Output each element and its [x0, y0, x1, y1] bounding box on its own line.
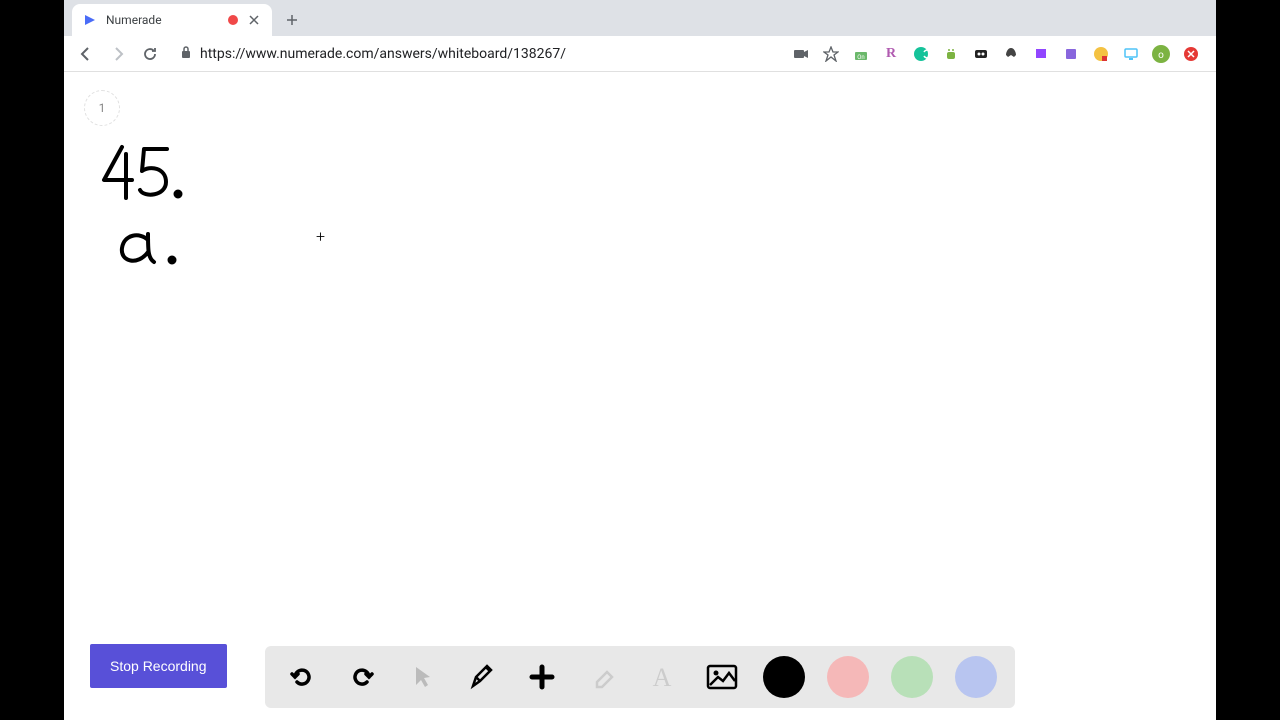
close-tab-button[interactable] [246, 12, 262, 28]
redo-button[interactable] [343, 658, 381, 696]
undo-button[interactable] [283, 658, 321, 696]
extension-tag-icon[interactable] [1062, 45, 1080, 63]
color-blue-button[interactable] [955, 656, 997, 698]
extension-mask-icon[interactable] [972, 45, 990, 63]
tab-title: Numerade [106, 13, 220, 27]
url-text: https://www.numerade.com/answers/whitebo… [200, 46, 566, 62]
reload-button[interactable] [136, 40, 164, 68]
new-tab-button[interactable] [278, 6, 306, 34]
address-bar: https://www.numerade.com/answers/whitebo… [64, 36, 1216, 72]
svg-text:On: On [857, 54, 864, 61]
extension-rocket-icon[interactable] [1002, 45, 1020, 63]
whiteboard-toolbar: A [265, 646, 1015, 708]
image-tool-button[interactable] [703, 658, 741, 696]
crosshair-cursor-icon: + [316, 227, 325, 246]
extension-twitch-icon[interactable] [1032, 45, 1050, 63]
browser-window: Numerade https://www.numerade.com/answer… [64, 0, 1216, 720]
whiteboard-canvas[interactable] [64, 72, 1216, 720]
color-black-button[interactable] [763, 656, 805, 698]
browser-tab[interactable]: Numerade [72, 4, 272, 36]
pen-tool-button[interactable] [463, 658, 501, 696]
back-button[interactable] [72, 40, 100, 68]
extension-android-icon[interactable] [942, 45, 960, 63]
lock-icon [180, 45, 192, 63]
color-red-button[interactable] [827, 656, 869, 698]
profile-avatar-icon[interactable]: o [1152, 45, 1170, 63]
forward-button[interactable] [104, 40, 132, 68]
add-tool-button[interactable] [523, 658, 561, 696]
color-green-button[interactable] [891, 656, 933, 698]
whiteboard-content: 1 + Stop Recording [64, 72, 1216, 720]
camera-icon[interactable] [792, 45, 810, 63]
star-icon[interactable] [822, 45, 840, 63]
extension-1-icon[interactable]: On [852, 45, 870, 63]
tab-bar: Numerade [64, 0, 1216, 36]
extension-monitor-icon[interactable] [1122, 45, 1140, 63]
eraser-tool-button[interactable] [583, 658, 621, 696]
svg-text:o: o [1158, 50, 1164, 61]
extension-icons: On R [792, 45, 1208, 63]
stop-recording-button[interactable]: Stop Recording [90, 644, 227, 688]
url-field[interactable]: https://www.numerade.com/answers/whitebo… [168, 40, 788, 68]
extension-onetab-icon[interactable] [1092, 45, 1110, 63]
extension-r-icon[interactable]: R [882, 45, 900, 63]
recording-indicator-icon [228, 15, 238, 25]
favicon-icon [82, 12, 98, 28]
svg-text:A: A [653, 663, 672, 692]
extension-close-icon[interactable] [1182, 45, 1200, 63]
extension-grammarly-icon[interactable] [912, 45, 930, 63]
pointer-tool-button[interactable] [403, 658, 441, 696]
text-tool-button[interactable]: A [643, 658, 681, 696]
